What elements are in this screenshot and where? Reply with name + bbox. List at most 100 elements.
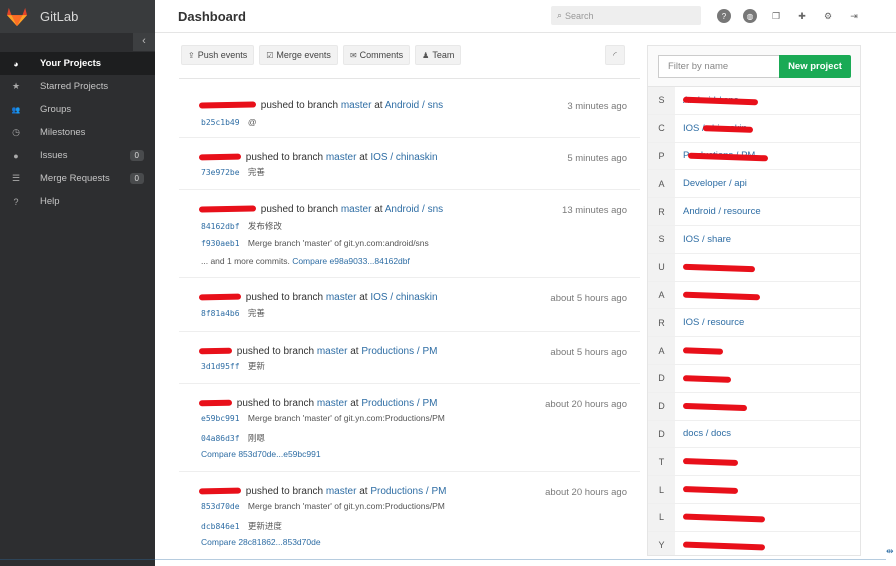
project-item[interactable]: SAndroid / sns	[648, 87, 860, 115]
sidebar-item-groups[interactable]: 👥 Groups	[0, 98, 155, 121]
project-link[interactable]: Android / sns	[385, 100, 443, 111]
sidebar-item-your-projects[interactable]: ◕ Your Projects	[0, 52, 155, 75]
project-item[interactable]: D	[648, 392, 860, 421]
project-item[interactable]: CIOS / chinaskin	[648, 114, 860, 143]
tab-team[interactable]: ♟ Team	[415, 45, 462, 65]
project-item[interactable]: R Android / resource	[648, 198, 860, 226]
new-project-button[interactable]: New project	[779, 55, 851, 78]
redacted-author	[198, 293, 242, 301]
resize-handle-icon[interactable]: ⇹	[886, 546, 894, 557]
settings-icon[interactable]: ⚙	[821, 9, 835, 23]
project-item[interactable]: D	[648, 364, 860, 393]
rss-button[interactable]: ◜	[605, 45, 625, 65]
project-item[interactable]: L	[648, 476, 860, 504]
compare-row: Compare 28c81862...853d70de	[201, 537, 321, 547]
sidebar-item-starred-projects[interactable]: ★ Starred Projects	[0, 75, 155, 98]
commit-message: 刚嗯	[247, 433, 265, 443]
sidebar-item-label: Groups	[40, 104, 72, 115]
commit-row: 84162dbf 发布修改	[201, 220, 282, 232]
sidebar-item-merge-requests[interactable]: ☰ Merge Requests 0	[0, 167, 155, 190]
globe-icon[interactable]: ◍	[743, 9, 757, 23]
commit-sha-link[interactable]: 853d70de	[201, 502, 240, 511]
tab-label: Push events	[197, 50, 248, 60]
help-icon[interactable]: ?	[717, 9, 731, 23]
project-item[interactable]: A Developer / api	[648, 170, 860, 199]
project-item[interactable]: R IOS / resource	[648, 309, 860, 338]
project-link[interactable]: Productions / PM	[361, 346, 437, 357]
event-action: pushed to branch	[260, 100, 339, 111]
commit-row: 04a86d3f 刚嗯	[201, 432, 265, 444]
filter-by-name-input[interactable]: Filter by name	[658, 55, 780, 78]
compare-link[interactable]: Compare e98a9033...84162dbf	[292, 256, 410, 266]
branch-link[interactable]: master	[326, 486, 357, 497]
brand[interactable]: GitLab	[0, 0, 155, 33]
project-item[interactable]: A	[648, 337, 860, 365]
branch-link[interactable]: master	[317, 398, 348, 409]
group-icon: 👥	[11, 106, 21, 114]
event-headline: pushed to branch master at IOS / chinask…	[198, 292, 438, 303]
project-name[interactable]: Android / resource	[683, 206, 761, 217]
commit-sha-link[interactable]: e59bc991	[201, 414, 240, 423]
search-input[interactable]: ⌕ Search	[551, 6, 701, 25]
project-item[interactable]: Ddocs / docs	[648, 420, 860, 449]
project-name[interactable]: IOS / share	[683, 234, 731, 245]
plus-icon[interactable]: ✚	[795, 9, 809, 23]
commit-message: Merge branch 'master' of git.yn.com:Prod…	[247, 413, 445, 423]
project-name[interactable]: IOS / resource	[683, 317, 744, 328]
sidebar-item-issues[interactable]: ● Issues 0	[0, 144, 155, 167]
tab-comments[interactable]: ✉ Comments	[342, 45, 411, 65]
project-item[interactable]: PProductions / PM	[648, 142, 860, 171]
commit-sha-link[interactable]: 8f81a4b6	[201, 309, 240, 318]
event-action: pushed to branch	[245, 486, 324, 497]
event-headline: pushed to branch master at Productions /…	[198, 398, 437, 409]
window-bottom-border	[0, 559, 886, 560]
commit-sha-link[interactable]: 04a86d3f	[201, 434, 240, 443]
sidebar-item-milestones[interactable]: ◷ Milestones	[0, 121, 155, 144]
commit-sha-link[interactable]: 73e972be	[201, 168, 240, 177]
sidebar-collapse-button[interactable]: ‹	[133, 33, 155, 51]
commit-sha-link[interactable]: b25c1b49	[201, 118, 240, 127]
project-item[interactable]: A	[648, 281, 860, 310]
project-item[interactable]: Y	[648, 531, 860, 555]
projects-panel: Filter by name New project SAndroid / sn…	[647, 45, 861, 556]
project-link[interactable]: Productions / PM	[361, 398, 437, 409]
commit-sha-link[interactable]: dcb846e1	[201, 522, 240, 531]
commit-sha-link[interactable]: 84162dbf	[201, 222, 240, 231]
branch-link[interactable]: master	[341, 100, 372, 111]
project-link[interactable]: IOS / chinaskin	[370, 292, 437, 303]
compare-link[interactable]: Compare 853d70de...e59bc991	[201, 449, 321, 459]
merge-requests-count-badge: 0	[129, 173, 144, 184]
rss-icon: ◜	[613, 49, 617, 60]
branch-link[interactable]: master	[341, 204, 372, 215]
commit-message: @	[247, 117, 257, 127]
sidebar-item-help[interactable]: ? Help	[0, 190, 155, 213]
tab-merge-events[interactable]: ☑ Merge events	[259, 45, 338, 65]
event-time: about 5 hours ago	[550, 293, 627, 304]
project-link[interactable]: Android / sns	[385, 204, 443, 215]
exclamation-icon: ●	[13, 150, 19, 161]
branch-link[interactable]: master	[326, 292, 357, 303]
branch-link[interactable]: master	[317, 346, 348, 357]
project-item[interactable]: U	[648, 253, 860, 282]
project-item[interactable]: L	[648, 503, 860, 532]
redacted-author	[198, 487, 242, 495]
project-link[interactable]: Productions / PM	[370, 486, 446, 497]
commit-sha-link[interactable]: f930aeb1	[201, 239, 240, 248]
branch-link[interactable]: master	[326, 152, 357, 163]
event-time: about 20 hours ago	[545, 399, 627, 410]
project-link[interactable]: IOS / chinaskin	[370, 152, 437, 163]
project-name[interactable]: Developer / api	[683, 178, 747, 189]
project-name[interactable]: docs / docs	[683, 428, 731, 439]
project-avatar: T	[648, 448, 675, 476]
project-item[interactable]: S IOS / share	[648, 225, 860, 254]
project-item[interactable]: T	[648, 448, 860, 477]
sidebar: GitLab ‹ ◕ Your Projects ★ Starred Proje…	[0, 0, 155, 566]
compare-link[interactable]: Compare 28c81862...853d70de	[201, 537, 321, 547]
signout-icon[interactable]: ⇥	[847, 9, 861, 23]
snippets-icon[interactable]: ❐	[769, 9, 783, 23]
tab-push-events[interactable]: ⇪ Push events	[181, 45, 255, 65]
redaction-mark	[682, 458, 739, 467]
commit-sha-link[interactable]: 3d1d95ff	[201, 362, 240, 371]
redaction-mark	[682, 402, 748, 411]
event-item: pushed to branch master at Android / sns…	[179, 86, 640, 138]
